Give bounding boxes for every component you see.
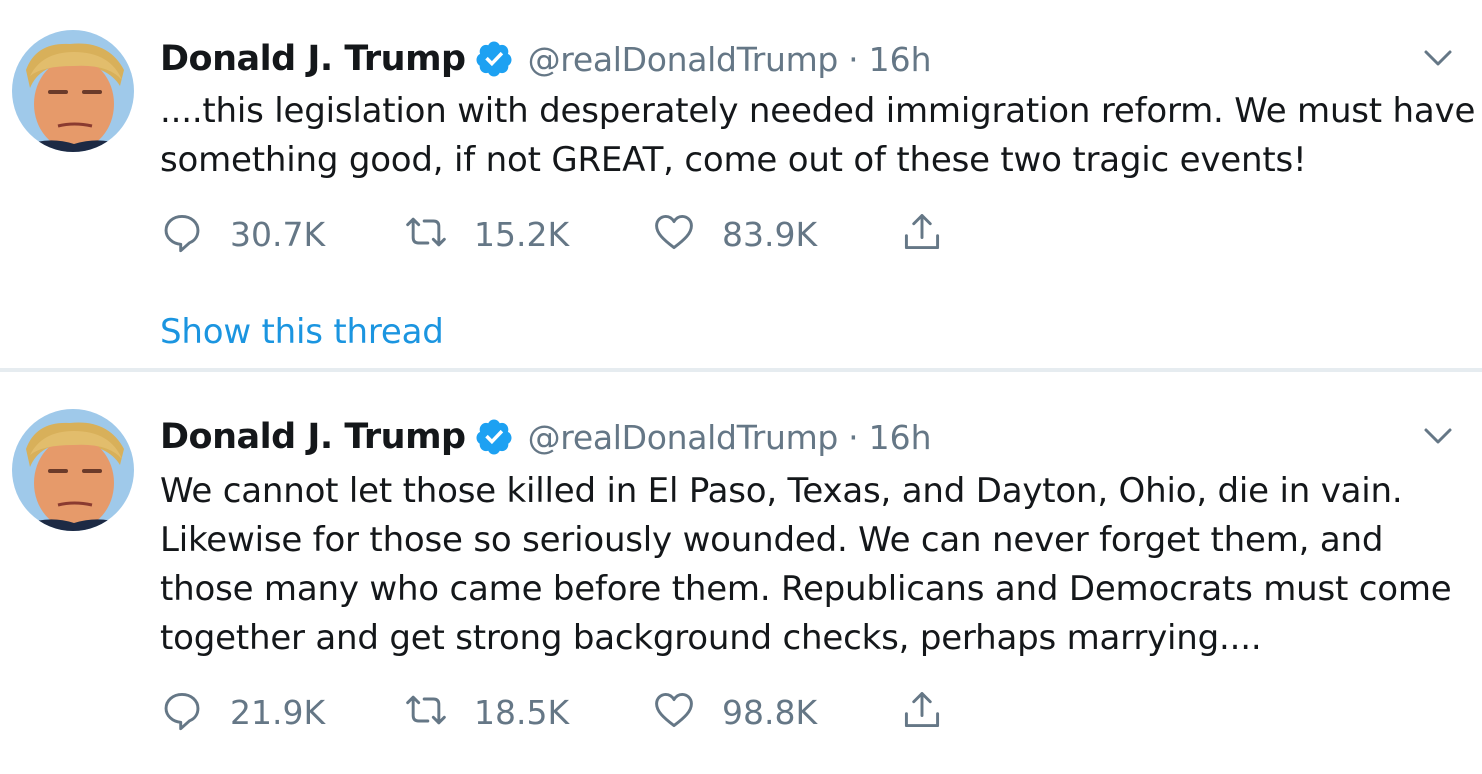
author-handle[interactable]: @realDonaldTrump	[528, 418, 839, 457]
reply-count: 21.9K	[230, 692, 326, 732]
tweet-text-line: those many who came before them. Republi…	[160, 569, 1452, 609]
reply-count: 30.7K	[230, 214, 326, 254]
share-upload-icon	[900, 688, 944, 736]
retweet-count: 18.5K	[474, 692, 570, 732]
separator-dot: ·	[848, 417, 859, 457]
like-count: 98.8K	[722, 692, 818, 732]
retweet-button[interactable]: 18.5K	[404, 686, 569, 738]
show-thread-link[interactable]: Show this thread	[160, 312, 444, 352]
timestamp[interactable]: 16h	[869, 40, 932, 79]
speech-bubble-icon	[160, 210, 204, 258]
tweet-header: Donald J. Trump @realDonaldTrump · 16h	[160, 34, 932, 84]
tweet-text-line: ....this legislation with desperately ne…	[160, 91, 1476, 131]
retweet-button[interactable]: 15.2K	[404, 208, 569, 260]
retweet-arrows-icon	[404, 210, 448, 258]
tweet-text-line: together and get strong background check…	[160, 618, 1262, 658]
author-handle[interactable]: @realDonaldTrump	[528, 40, 839, 79]
reply-button[interactable]: 21.9K	[160, 686, 325, 738]
tweet-actions: 21.9K 18.5K 98.8K	[160, 686, 960, 738]
reply-button[interactable]: 30.7K	[160, 208, 325, 260]
tweet[interactable]: Donald J. Trump @realDonaldTrump · 16h W…	[0, 371, 1482, 774]
avatar[interactable]	[12, 30, 134, 152]
tweet[interactable]: Donald J. Trump @realDonaldTrump · 16h .…	[0, 0, 1482, 369]
tweet-text-line: We cannot let those killed in El Paso, T…	[160, 471, 1403, 511]
share-button[interactable]	[900, 208, 944, 260]
author-name[interactable]: Donald J. Trump	[160, 39, 466, 79]
heart-icon	[652, 688, 696, 736]
separator-dot: ·	[848, 39, 859, 79]
like-button[interactable]: 98.8K	[652, 686, 817, 738]
speech-bubble-icon	[160, 688, 204, 736]
share-upload-icon	[900, 210, 944, 258]
heart-icon	[652, 210, 696, 258]
retweet-arrows-icon	[404, 688, 448, 736]
like-button[interactable]: 83.9K	[652, 208, 817, 260]
chevron-down-icon[interactable]	[1418, 416, 1458, 456]
tweet-text: ....this legislation with desperately ne…	[160, 87, 1476, 185]
avatar[interactable]	[12, 409, 134, 531]
share-button[interactable]	[900, 686, 944, 738]
tweet-text-line: Likewise for those so seriously wounded.…	[160, 520, 1384, 560]
author-name[interactable]: Donald J. Trump	[160, 417, 466, 457]
retweet-count: 15.2K	[474, 214, 570, 254]
chevron-down-icon[interactable]	[1418, 38, 1458, 78]
timestamp[interactable]: 16h	[869, 418, 932, 457]
tweet-header: Donald J. Trump @realDonaldTrump · 16h	[160, 412, 932, 462]
tweet-text-line: something good, if not GREAT, come out o…	[160, 140, 1307, 180]
like-count: 83.9K	[722, 214, 818, 254]
tweet-actions: 30.7K 15.2K 83.9K	[160, 208, 960, 260]
tweet-text: We cannot let those killed in El Paso, T…	[160, 467, 1460, 663]
verified-badge-icon	[474, 39, 514, 79]
verified-badge-icon	[474, 417, 514, 457]
